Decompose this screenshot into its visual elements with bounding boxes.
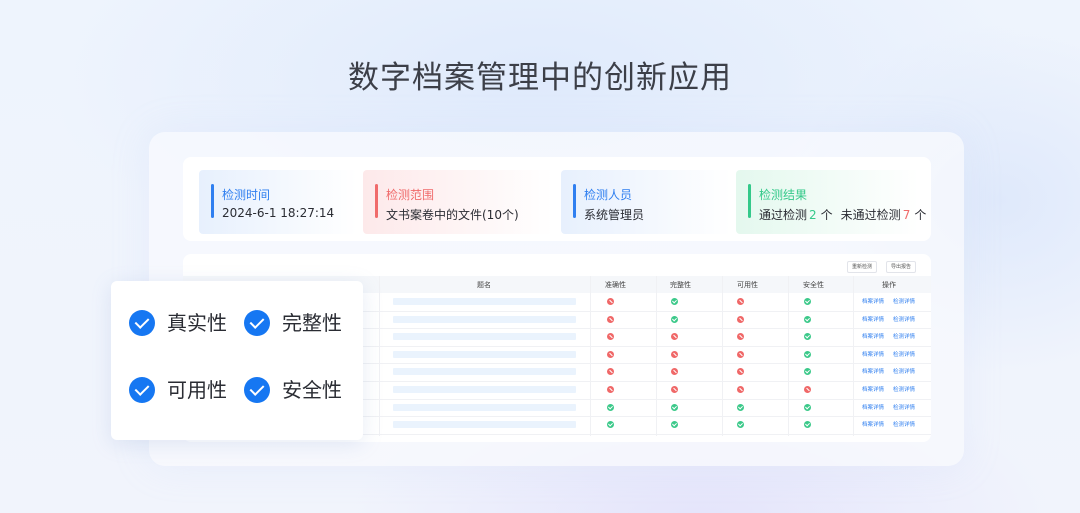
pass-status-icon [671,403,678,411]
pass-status-icon [804,350,811,358]
detection-person-label: 检测人员 [584,188,633,202]
archive-detail-link[interactable]: 档案详情 [862,403,884,411]
detection-detail-link[interactable]: 检测详情 [893,420,915,428]
pass-status-icon [671,298,678,305]
detection-result-block: 检测结果 通过检测 2 个未通过检测 7 个 [736,170,926,234]
col-security: 安全性 [803,281,824,289]
fail-status-icon [671,368,678,376]
pass-status-icon [607,403,614,411]
col-actions: 操作 [882,281,896,289]
detection-detail-link[interactable]: 检测详情 [893,297,915,305]
detection-result-label: 检测结果 [759,188,808,202]
detection-scope-block: 检测范围 文书案卷中的文件(10个) [363,170,553,234]
detection-time-block: 检测时间 2024-6-1 18:27:14 [199,170,357,234]
redetect-button[interactable]: 重新检测 [847,261,878,273]
fail-status-icon [607,350,614,358]
detection-detail-link[interactable]: 检测详情 [893,367,915,375]
export-report-button[interactable]: 导出报告 [886,261,917,273]
fail-status-icon [671,333,678,341]
detection-detail-link[interactable]: 检测详情 [893,403,915,411]
pass-status-icon [671,315,678,323]
archive-detail-link[interactable]: 档案详情 [862,385,884,393]
archive-detail-link[interactable]: 档案详情 [862,367,884,375]
fail-status-icon [737,386,744,393]
feature-label: 完整性 [282,311,342,335]
archive-detail-link[interactable]: 档案详情 [862,332,884,340]
fail-status-icon [607,298,614,305]
detection-scope-label: 检测范围 [386,188,435,202]
accent-bar [573,184,576,218]
pass-status-icon [671,421,678,429]
page-title: 数字档案管理中的创新应用 [348,60,732,96]
fail-status-icon [737,368,744,376]
title-placeholder [393,368,576,376]
fail-status-icon [671,386,678,393]
detection-detail-link[interactable]: 检测详情 [893,332,915,340]
detection-result-value: 通过检测 2 个未通过检测 7 个 [759,206,926,223]
feature-label: 真实性 [167,311,227,335]
title-placeholder [393,298,576,305]
archive-detail-link[interactable]: 档案详情 [862,297,884,305]
pass-status-icon [804,298,811,305]
check-circle-icon [244,377,270,403]
detection-scope-value: 文书案卷中的文件(10个) [386,208,519,222]
detection-time-value: 2024-6-1 18:27:14 [222,206,335,220]
fail-status-icon [607,386,614,393]
pass-prefix: 通过检测 [759,208,808,222]
pass-status-icon [737,421,744,429]
fail-status-icon [737,315,744,323]
check-circle-icon [129,377,155,403]
pass-status-icon [804,368,811,376]
fail-prefix: 未通过检测 [840,208,901,222]
archive-detail-link[interactable]: 档案详情 [862,315,884,323]
detection-person-block: 检测人员 系统管理员 [561,170,731,234]
detection-summary-card: 检测时间 2024-6-1 18:27:14 检测范围 文书案卷中的文件(10个… [183,157,931,241]
detection-time-label: 检测时间 [222,188,271,202]
col-usability: 可用性 [737,281,758,289]
pass-status-icon [804,333,811,341]
archive-detail-link[interactable]: 档案详情 [862,420,884,428]
feature-label: 可用性 [167,378,227,402]
fail-status-icon [737,333,744,341]
fail-status-icon [607,368,614,376]
detection-detail-link[interactable]: 检测详情 [893,315,915,323]
pass-status-icon [737,403,744,411]
pass-status-icon [804,403,811,411]
title-placeholder [393,386,576,393]
pass-status-icon [804,315,811,323]
check-circle-icon [129,310,155,336]
accent-bar [211,184,214,218]
fail-status-icon [804,386,811,393]
archive-detail-link[interactable]: 档案详情 [862,350,884,358]
col-integrity: 完整性 [670,281,691,289]
title-placeholder [393,403,576,411]
feature-card: 真实性 完整性 可用性 安全性 [111,281,363,440]
accent-bar [375,184,378,218]
fail-count: 7 [902,208,911,222]
check-circle-icon [244,310,270,336]
col-accuracy: 准确性 [605,281,626,289]
detection-detail-link[interactable]: 检测详情 [893,350,915,358]
title-placeholder [393,333,576,341]
fail-status-icon [671,350,678,358]
detection-person-value: 系统管理员 [584,208,645,222]
fail-status-icon [737,298,744,305]
fail-status-icon [607,333,614,341]
title-placeholder [393,350,576,358]
fail-status-icon [737,350,744,358]
col-title: 题名 [477,281,491,289]
pass-unit: 个 [820,208,833,222]
accent-bar [748,184,751,218]
fail-status-icon [607,315,614,323]
pass-status-icon [804,421,811,429]
detection-detail-link[interactable]: 检测详情 [893,385,915,393]
pass-status-icon [607,421,614,429]
title-placeholder [393,421,576,429]
feature-label: 安全性 [282,378,342,402]
fail-unit: 个 [914,208,927,222]
title-placeholder [393,315,576,323]
pass-count: 2 [809,208,817,222]
